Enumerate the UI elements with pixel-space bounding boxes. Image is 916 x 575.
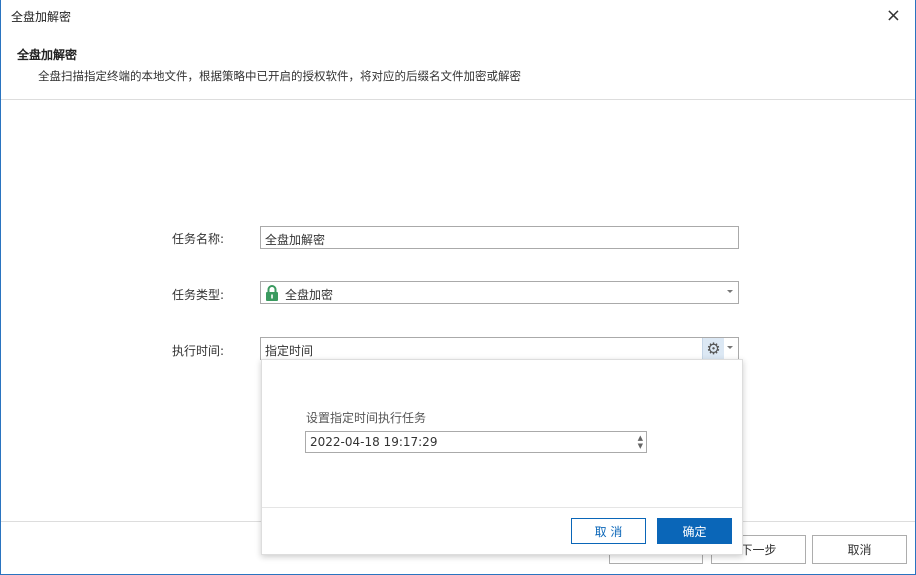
exec-time-label: 执行时间: <box>172 344 225 358</box>
task-name-value: 全盘加解密 <box>265 233 326 247</box>
datetime-value: 2022-04-18 19:17:29 <box>310 435 438 449</box>
chevron-down-icon[interactable] <box>727 346 733 349</box>
time-settings-popup: 设置指定时间执行任务 2022-04-18 19:17:29 ▲ ▼ 取 消 确定 <box>261 359 743 555</box>
section-description: 全盘扫描指定终端的本地文件，根据策略中已开启的授权软件，将对应的后缀名文件加密或… <box>38 69 521 83</box>
title-bar: 全盘加解密 × <box>1 0 915 32</box>
task-type-value: 全盘加密 <box>285 288 334 302</box>
task-name-label: 任务名称: <box>172 232 225 246</box>
popup-label: 设置指定时间执行任务 <box>306 411 427 425</box>
exec-time-select[interactable]: 指定时间 ⚙ <box>260 337 739 360</box>
gear-icon[interactable]: ⚙ <box>702 338 724 359</box>
cancel-button[interactable]: 取消 <box>812 535 907 564</box>
popup-divider <box>262 507 742 508</box>
chevron-down-icon <box>727 290 733 293</box>
task-type-label: 任务类型: <box>172 288 225 302</box>
divider <box>1 99 915 100</box>
spinner-icon[interactable]: ▲ ▼ <box>638 434 643 450</box>
task-type-select[interactable]: 全盘加密 <box>260 281 739 304</box>
exec-time-value: 指定时间 <box>265 344 314 358</box>
datetime-input[interactable]: 2022-04-18 19:17:29 ▲ ▼ <box>305 431 647 453</box>
popup-ok-button[interactable]: 确定 <box>657 518 732 544</box>
section-title: 全盘加解密 <box>17 48 78 62</box>
close-icon[interactable]: × <box>886 5 901 26</box>
popup-cancel-button[interactable]: 取 消 <box>571 518 646 544</box>
lock-icon <box>265 285 279 304</box>
task-name-input[interactable]: 全盘加解密 <box>260 226 739 249</box>
window-title: 全盘加解密 <box>11 10 72 24</box>
dialog-window: 全盘加解密 × 全盘加解密 全盘扫描指定终端的本地文件，根据策略中已开启的授权软… <box>0 0 916 575</box>
